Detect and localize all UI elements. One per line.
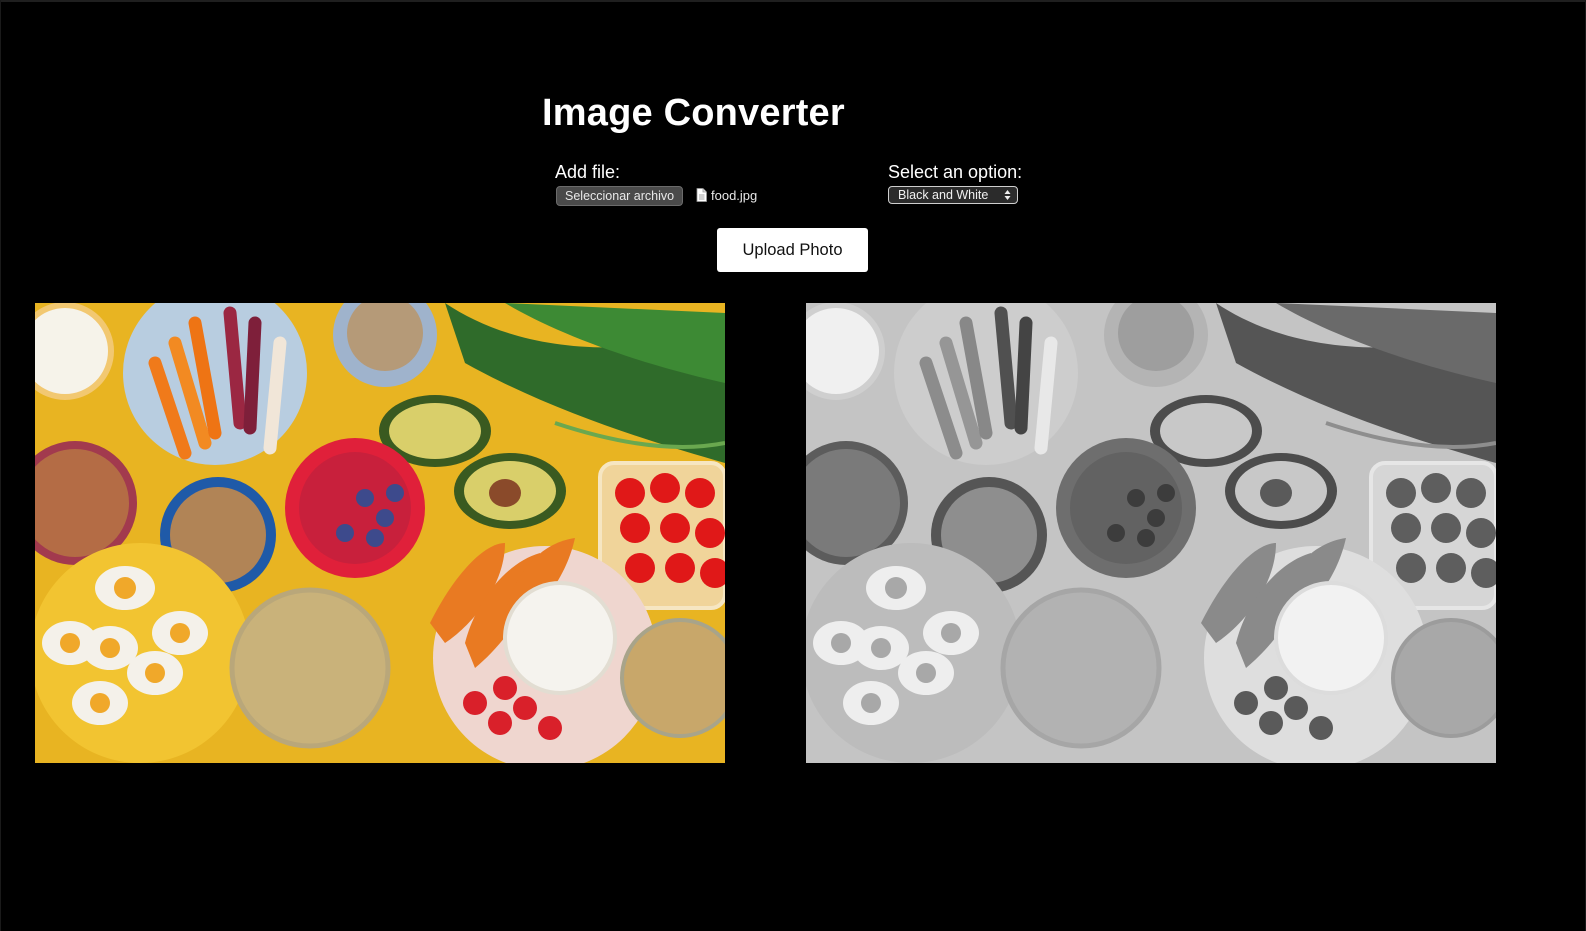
select-arrows-icon [1004, 190, 1011, 200]
original-food-photo [35, 303, 725, 763]
conversion-mode-select[interactable]: Black and White [888, 186, 1018, 204]
window-top-edge [0, 0, 1586, 2]
page-title: Image Converter [542, 92, 845, 134]
add-file-label: Add file: [555, 162, 621, 182]
converted-food-photo [806, 303, 1496, 763]
original-image [35, 303, 725, 763]
choose-file-button[interactable]: Seleccionar archivo [556, 186, 684, 206]
upload-photo-button[interactable]: Upload Photo [717, 228, 868, 272]
converted-image [806, 303, 1496, 763]
selected-file-name: food.jpg [711, 188, 758, 203]
document-icon [696, 188, 707, 202]
window-left-edge [0, 0, 1, 931]
select-option-label: Select an option: [888, 162, 1023, 182]
conversion-mode-value: Black and White [898, 188, 989, 202]
